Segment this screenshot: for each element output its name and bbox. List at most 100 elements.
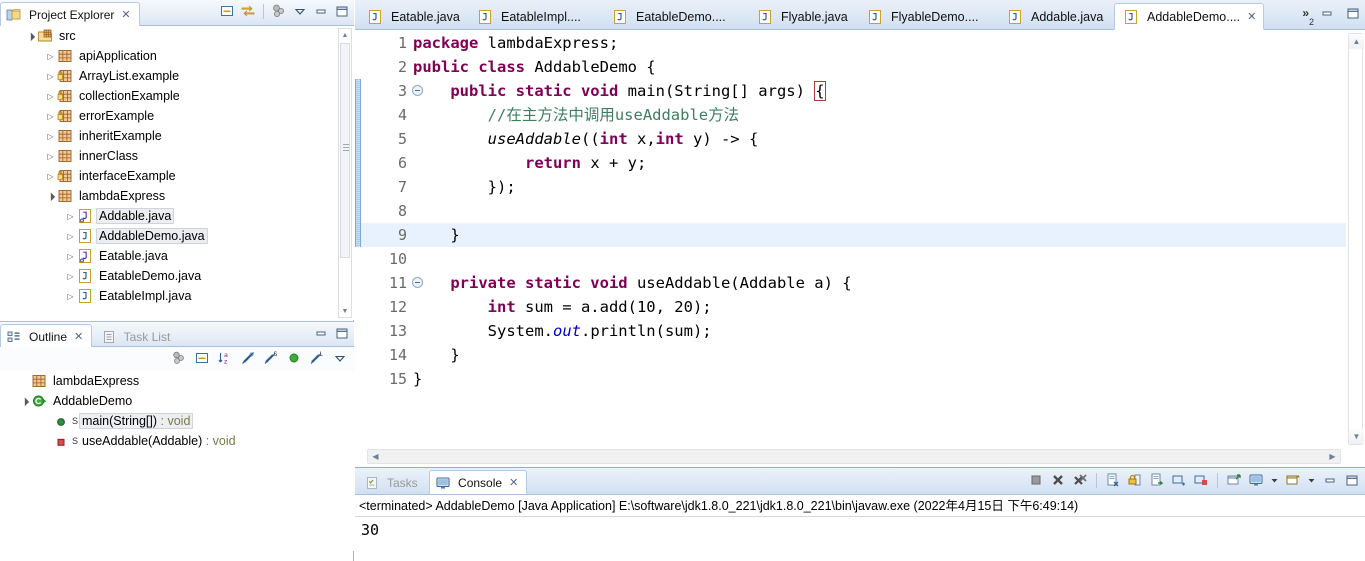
close-icon[interactable]: ✕ xyxy=(121,8,130,21)
minimize-icon[interactable] xyxy=(1322,472,1338,488)
tree-row[interactable]: ▷ ArrayList.example xyxy=(0,66,354,86)
tab-outline[interactable]: Outline ✕ xyxy=(0,324,93,348)
tree-row[interactable]: ▷ innerClass xyxy=(0,146,354,166)
minimize-icon[interactable] xyxy=(313,325,329,341)
expand-arrow-right-icon[interactable]: ▷ xyxy=(64,232,77,241)
editor-tab[interactable]: EatableImpl.... xyxy=(469,3,604,30)
close-icon[interactable]: ✕ xyxy=(509,476,518,489)
editor-tab[interactable]: Addable.java xyxy=(999,3,1114,30)
code-editor[interactable]: 1 2 3 4 5 6 7 8 9 10 11 12 13 14 15 package lambdaExpr… xyxy=(355,31,1365,449)
tree-row[interactable]: ▷ Addable.java xyxy=(0,206,354,226)
expand-arrow-right-icon[interactable]: ▷ xyxy=(44,172,57,181)
tree-row[interactable]: ▷ interfaceExample xyxy=(0,166,354,186)
display-selected-console-icon[interactable] xyxy=(1248,472,1264,488)
tree-row[interactable]: ◢ lambdaExpress xyxy=(0,186,354,206)
code-line[interactable]: private static void useAddable(Addable a… xyxy=(413,271,1346,295)
close-icon[interactable]: ✕ xyxy=(74,330,83,343)
code-line[interactable] xyxy=(413,247,1346,271)
code-line[interactable]: return x + y; xyxy=(413,151,1346,175)
scroll-lock-icon[interactable] xyxy=(1127,472,1143,488)
open-console-dropdown-icon[interactable] xyxy=(1307,472,1316,488)
focus-spheres-icon[interactable] xyxy=(171,350,187,366)
tree-row[interactable]: ▷ inheritExample xyxy=(0,126,354,146)
scroll-left-arrow-icon[interactable]: ◀ xyxy=(368,450,383,463)
console-output[interactable]: 30 xyxy=(355,517,1365,539)
tree-row[interactable]: ▷ AddableDemo.java xyxy=(0,226,354,246)
view-menu-chevron-icon[interactable] xyxy=(292,3,308,19)
project-tree-scrollbar[interactable]: ▲ ▼ xyxy=(338,28,352,318)
editor-tab[interactable]: Flyable.java xyxy=(749,3,859,30)
expand-arrow-right-icon[interactable]: ▷ xyxy=(64,212,77,221)
close-icon[interactable]: ✕ xyxy=(1247,10,1256,23)
editor-tab[interactable]: Eatable.java xyxy=(359,3,469,30)
tab-console[interactable]: Console ✕ xyxy=(429,470,528,494)
terminate-icon[interactable] xyxy=(1028,472,1044,488)
focus-spheres-icon[interactable] xyxy=(271,3,287,19)
sort-alphabetically-icon[interactable]: a z xyxy=(217,350,233,366)
clear-console-icon[interactable] xyxy=(1105,472,1121,488)
code-line[interactable]: } xyxy=(413,367,1346,391)
editor-tab[interactable]: AddableDemo.... ✕ xyxy=(1114,3,1264,30)
scroll-down-arrow-icon[interactable]: ▼ xyxy=(339,305,351,317)
remove-all-terminated-icon[interactable] xyxy=(1072,472,1088,488)
view-menu-chevron-icon[interactable] xyxy=(332,350,348,366)
expand-arrow-down-icon[interactable]: ◢ xyxy=(17,393,33,409)
maximize-icon[interactable] xyxy=(1344,472,1360,488)
tree-row[interactable]: ▷ collectionExample xyxy=(0,86,354,106)
scroll-up-arrow-icon[interactable]: ▲ xyxy=(339,29,351,41)
hide-local-types-icon[interactable]: L xyxy=(309,350,325,366)
show-console-on-error-icon[interactable] xyxy=(1193,472,1209,488)
tree-row[interactable]: ▷ Eatable.java xyxy=(0,246,354,266)
code-line[interactable]: //在主方法中调用useAddable方法 xyxy=(413,103,1346,127)
scroll-up-arrow-icon[interactable]: ▲ xyxy=(1349,34,1364,49)
tab-task-list[interactable]: Task List xyxy=(96,325,179,349)
scroll-thumb[interactable] xyxy=(340,43,350,258)
code-line[interactable]: useAddable((int x,int y) -> { xyxy=(413,127,1346,151)
tree-row[interactable]: ◢ AddableDemo xyxy=(0,391,354,411)
expand-arrow-right-icon[interactable]: ▷ xyxy=(64,292,77,301)
project-tree[interactable]: ◢ src ▷ apiApplication ▷ ArrayList.example… xyxy=(0,26,354,320)
collapse-all-icon[interactable] xyxy=(194,350,210,366)
expand-arrow-right-icon[interactable]: ▷ xyxy=(44,92,57,101)
expand-arrow-right-icon[interactable]: ▷ xyxy=(64,272,77,281)
code-line[interactable]: System.out.println(sum); xyxy=(413,319,1346,343)
tree-row[interactable]: ◢ src xyxy=(0,26,354,46)
expand-arrow-right-icon[interactable]: ▷ xyxy=(44,132,57,141)
editor-tab[interactable]: EatableDemo.... xyxy=(604,3,749,30)
minimize-icon[interactable] xyxy=(1319,5,1335,21)
tree-row[interactable]: SuseAddable(Addable) : void xyxy=(0,431,354,451)
tab-overflow-indicator[interactable]: » 2 xyxy=(1302,6,1314,27)
code-line[interactable]: public class AddableDemo { xyxy=(413,55,1346,79)
code-line[interactable]: } xyxy=(413,343,1346,367)
code-text[interactable]: package lambdaExpress; public class Addab… xyxy=(413,31,1346,449)
tree-row[interactable]: lambdaExpress xyxy=(0,371,354,391)
expand-arrow-down-icon[interactable]: ◢ xyxy=(43,188,59,204)
code-line[interactable]: package lambdaExpress; xyxy=(413,31,1346,55)
code-line[interactable]: int sum = a.add(10, 20); xyxy=(413,295,1346,319)
hide-non-public-icon[interactable] xyxy=(286,350,302,366)
hide-static-members-icon[interactable]: S xyxy=(263,350,279,366)
expand-arrow-down-icon[interactable]: ◢ xyxy=(23,28,39,44)
open-console-icon[interactable] xyxy=(1285,472,1301,488)
expand-arrow-right-icon[interactable]: ▷ xyxy=(64,252,77,261)
code-line[interactable]: } xyxy=(413,223,1346,247)
editor-vertical-scrollbar[interactable]: ▲ ▼ xyxy=(1348,33,1364,445)
minimize-icon[interactable] xyxy=(313,3,329,19)
display-selected-console-dropdown-icon[interactable] xyxy=(1270,472,1279,488)
editor-horizontal-scrollbar[interactable]: ◀ ▶ xyxy=(367,449,1341,464)
expand-arrow-right-icon[interactable]: ▷ xyxy=(44,152,57,161)
collapse-all-icon[interactable] xyxy=(219,3,235,19)
expand-arrow-right-icon[interactable]: ▷ xyxy=(44,112,57,121)
scroll-right-arrow-icon[interactable]: ▶ xyxy=(1325,450,1340,463)
maximize-icon[interactable] xyxy=(334,325,350,341)
expand-arrow-right-icon[interactable]: ▷ xyxy=(44,72,57,81)
code-line[interactable]: }); xyxy=(413,175,1346,199)
word-wrap-icon[interactable] xyxy=(1149,472,1165,488)
link-with-editor-icon[interactable] xyxy=(240,3,256,19)
expand-arrow-right-icon[interactable]: ▷ xyxy=(44,52,57,61)
scroll-down-arrow-icon[interactable]: ▼ xyxy=(1349,429,1364,444)
code-line[interactable]: public static void main(String[] args) { xyxy=(413,79,1346,103)
code-line[interactable] xyxy=(413,199,1346,223)
pin-console-icon[interactable] xyxy=(1226,472,1242,488)
outline-tree[interactable]: lambdaExpress ◢ AddableDemo Smain(String[… xyxy=(0,371,354,551)
